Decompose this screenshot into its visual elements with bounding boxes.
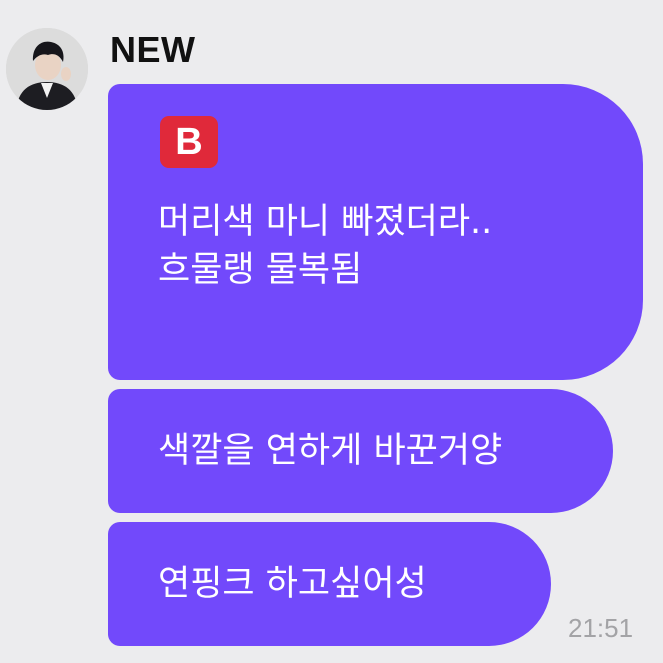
profile-photo-icon	[6, 28, 88, 110]
sender-name: NEW	[110, 29, 196, 70]
b-button-emoji-icon: B	[160, 116, 218, 168]
message-text: 색깔을 연하게 바꾼거양	[158, 431, 503, 471]
chat-screen: NEW B 머리색 마니 빠졌더라.. 흐물랭 물복됨 색깔을 연하게 바꾼거양…	[0, 0, 663, 663]
message-text: 연핑크 하고싶어성	[158, 564, 427, 604]
message-bubble[interactable]: 연핑크 하고싶어성	[108, 522, 551, 646]
message-timestamp: 21:51	[568, 613, 634, 643]
message-text: 머리색 마니 빠졌더라..	[158, 202, 493, 242]
message-text: 흐물랭 물복됨	[158, 250, 363, 290]
sender-avatar[interactable]	[6, 28, 88, 110]
message-bubble[interactable]: 색깔을 연하게 바꾼거양	[108, 389, 613, 513]
message-bubble[interactable]: B 머리색 마니 빠졌더라.. 흐물랭 물복됨	[108, 84, 643, 380]
